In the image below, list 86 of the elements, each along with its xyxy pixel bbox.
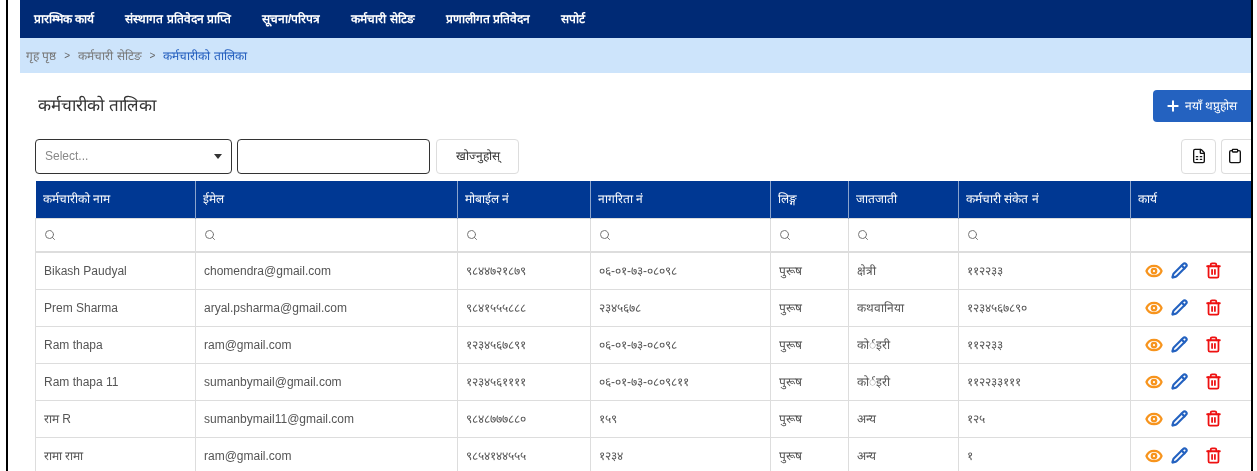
search-icon[interactable] (599, 228, 611, 241)
nav-link[interactable]: सूचना/परिपत्र (262, 10, 321, 28)
page-title: कर्मचारीको तालिका (38, 94, 156, 118)
column-header: जातजाती (848, 181, 959, 218)
table-cell: ०६-०१-७३-०८०९८ (590, 326, 771, 363)
clipboard-icon (1227, 148, 1243, 164)
plus-icon (1165, 98, 1181, 114)
table-cell: ०६-०१-७३-०८०९८११ (590, 363, 771, 400)
table-cell: sumanbymail@gmail.com (195, 363, 458, 400)
edit-pencil-icon[interactable] (1171, 299, 1188, 316)
table-cell: aryal.psharma@gmail.com (195, 289, 458, 326)
search-icon[interactable] (204, 228, 216, 241)
table-cell: ११२२३३१११ (958, 363, 1131, 400)
table-cell: रामा रामा (35, 437, 196, 471)
table-cell: पुरूष (770, 400, 849, 437)
table-cell: पुरूष (770, 326, 849, 363)
table-cell: १२५ (958, 400, 1131, 437)
edit-pencil-icon[interactable] (1171, 447, 1188, 464)
table-cell: Ram thapa (35, 326, 196, 363)
breadcrumb-separator: > (149, 49, 156, 63)
table-cell: sumanbymail11@gmail.com (195, 400, 458, 437)
table-cell: Prem Sharma (35, 289, 196, 326)
select-dropdown[interactable]: Select... (35, 138, 232, 174)
search-input[interactable] (237, 138, 430, 174)
excel-export-button[interactable] (1181, 138, 1216, 174)
nav-link[interactable]: संस्थागत प्रतिवेदन प्राप्ति (125, 10, 231, 28)
edit-pencil-icon[interactable] (1171, 373, 1188, 390)
breadcrumb-link[interactable]: गृह पृष्ठ (26, 46, 57, 65)
search-button[interactable]: खोज्नुहोस् (436, 138, 519, 174)
table-cell: ०६-०१-७३-०८०९८ (590, 252, 771, 289)
column-header: कार्य (1130, 181, 1251, 218)
edit-pencil-icon[interactable] (1171, 262, 1188, 280)
table-cell: कथवानिया (848, 289, 959, 326)
column-header: ईमेल (195, 181, 458, 218)
nav-link[interactable]: प्रारम्भिक कार्य (34, 10, 95, 28)
export-button[interactable] (1221, 138, 1251, 174)
table-cell: Bikash Paudyal (35, 252, 196, 289)
table-cell: कोर्इरी (848, 326, 959, 363)
table-cell: ११२२३३ (958, 326, 1131, 363)
select-placeholder: Select... (45, 148, 89, 165)
delete-trash-icon[interactable] (1205, 336, 1222, 353)
delete-trash-icon[interactable] (1205, 299, 1222, 316)
edit-pencil-icon[interactable] (1171, 410, 1188, 427)
edit-pencil-icon[interactable] (1171, 336, 1188, 353)
table-cell: क्षेत्री (848, 252, 959, 289)
delete-trash-icon[interactable] (1205, 447, 1222, 464)
table-cell: १२३४५६७८९१ (457, 326, 591, 363)
search-icon[interactable] (44, 228, 56, 241)
table-cell: १५९ (590, 400, 771, 437)
search-icon[interactable] (857, 228, 869, 241)
column-header: मोबाईल नं (457, 181, 591, 218)
search-icon[interactable] (466, 228, 478, 241)
column-header: नागरिता नं (590, 181, 771, 218)
delete-trash-icon[interactable] (1205, 262, 1222, 280)
table-cell: राम R (35, 400, 196, 437)
table-cell: अन्य (848, 400, 959, 437)
excel-file-icon (1190, 148, 1207, 164)
table-cell: ९८४४७२१८७९ (457, 252, 591, 289)
search-icon[interactable] (967, 228, 979, 241)
breadcrumb-link[interactable]: कर्मचारीको तालिका (163, 46, 247, 65)
table-cell: ९८४८७७७८८० (457, 400, 591, 437)
table-cell: chomendra@gmail.com (195, 252, 458, 289)
table-cell: १२३४५६७८९० (958, 289, 1131, 326)
nav-link[interactable]: कर्मचारी सेटिङ (351, 10, 415, 28)
table-cell: २३४५६७८ (590, 289, 771, 326)
breadcrumb-link[interactable]: कर्मचारी सेटिङ (78, 46, 142, 65)
table-cell: १२३४५६११११ (457, 363, 591, 400)
column-header: कर्मचारीको नाम (35, 181, 196, 218)
table-cell: Ram thapa 11 (35, 363, 196, 400)
nav-link[interactable]: सपोर्ट (561, 10, 586, 28)
table-cell: ram@gmail.com (195, 326, 458, 363)
caret-icon (214, 153, 222, 159)
table-cell: ९८४१५५५८८८ (457, 289, 591, 326)
table-cell: पुरूष (770, 289, 849, 326)
table-cell: कोर्इरी (848, 363, 959, 400)
add-new-button[interactable]: नयाँ थप्नुहोस (1153, 90, 1251, 122)
breadcrumb-separator: > (64, 49, 71, 63)
table-cell: पुरूष (770, 252, 849, 289)
table-cell: ११२२३३ (958, 252, 1131, 289)
search-icon[interactable] (779, 228, 791, 241)
nav-link[interactable]: प्रणालीगत प्रतिवेदन (445, 10, 531, 28)
column-header: लिङ्ग (770, 181, 849, 218)
table-cell: पुरूष (770, 363, 849, 400)
delete-trash-icon[interactable] (1205, 373, 1222, 390)
delete-trash-icon[interactable] (1205, 410, 1222, 427)
column-header: कर्मचारी संकेत नं (958, 181, 1131, 218)
